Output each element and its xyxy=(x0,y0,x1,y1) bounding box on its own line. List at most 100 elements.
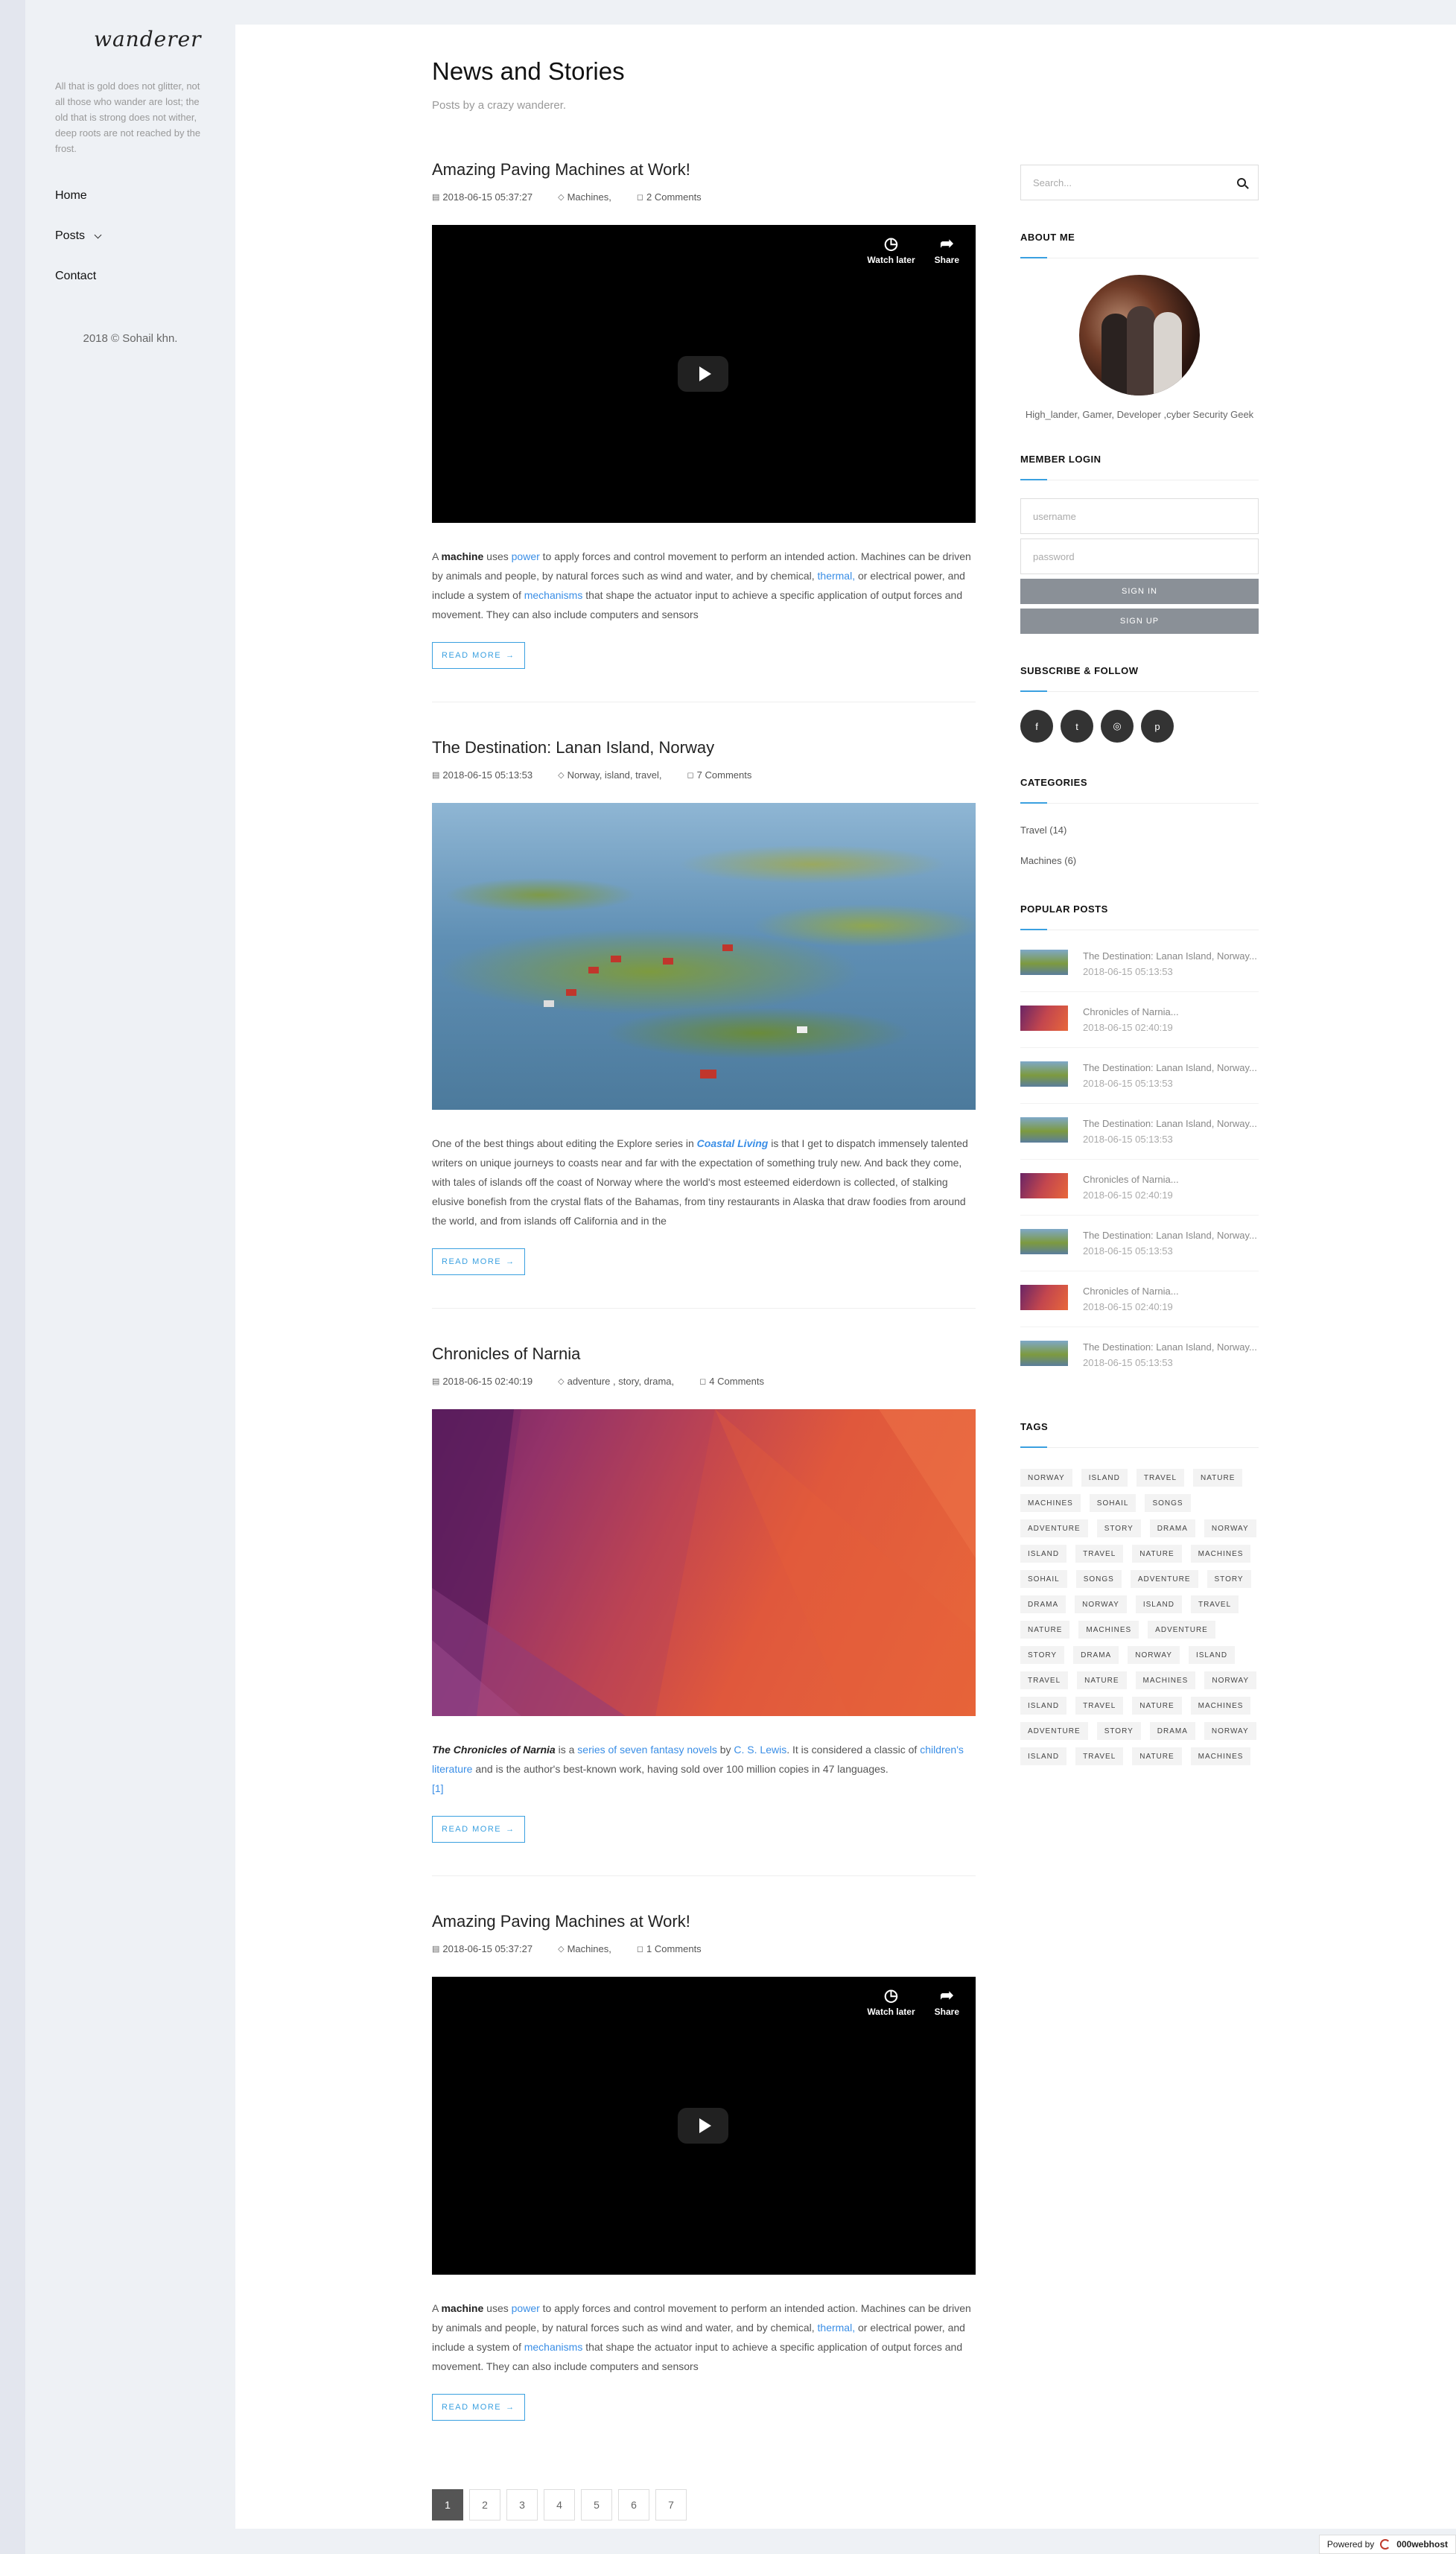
page-button-7[interactable]: 7 xyxy=(655,2489,687,2520)
tag-chip[interactable]: ISLAND xyxy=(1020,1545,1067,1563)
tag-chip[interactable]: MACHINES xyxy=(1190,1747,1251,1765)
tag-chip[interactable]: SONGS xyxy=(1145,1494,1191,1512)
tag-chip[interactable]: TRAVEL xyxy=(1020,1671,1069,1689)
pinterest-icon[interactable]: p xyxy=(1141,710,1174,743)
video-embed[interactable]: ◷ Watch later ➦ Share xyxy=(432,225,976,523)
tag-chip[interactable]: MACHINES xyxy=(1020,1494,1081,1512)
password-field[interactable]: password xyxy=(1020,539,1259,574)
link[interactable]: C. S. Lewis xyxy=(734,1744,786,1756)
tag-chip[interactable]: NATURE xyxy=(1132,1697,1182,1715)
nav-item-home[interactable]: Home xyxy=(55,189,206,203)
page-button-6[interactable]: 6 xyxy=(618,2489,649,2520)
post-title[interactable]: Amazing Paving Machines at Work! xyxy=(432,1912,976,1931)
post-title[interactable]: Amazing Paving Machines at Work! xyxy=(432,160,976,180)
popular-post-item[interactable]: The Destination: Lanan Island, Norway...… xyxy=(1020,936,1259,992)
hosting-badge[interactable]: Powered by 000webhost xyxy=(1318,2535,1456,2554)
link[interactable]: series of seven fantasy novels xyxy=(577,1744,717,1756)
share-button[interactable]: ➦ Share xyxy=(935,1987,959,2018)
watch-later-button[interactable]: ◷ Watch later xyxy=(867,1987,915,2018)
tag-chip[interactable]: NORWAY xyxy=(1075,1595,1127,1613)
tag-chip[interactable]: DRAMA xyxy=(1149,1722,1195,1740)
tag-chip[interactable]: ISLAND xyxy=(1020,1697,1067,1715)
share-button[interactable]: ➦ Share xyxy=(935,235,959,266)
tag-chip[interactable]: MACHINES xyxy=(1078,1621,1139,1639)
play-button[interactable] xyxy=(678,356,728,392)
post-tags[interactable]: ◇ Machines, xyxy=(558,1943,611,1954)
link[interactable]: mechanisms xyxy=(524,589,583,601)
post-tags[interactable]: ◇ adventure , story, drama, xyxy=(558,1376,674,1387)
facebook-icon[interactable]: f xyxy=(1020,710,1053,743)
link[interactable]: thermal, xyxy=(818,570,856,582)
post-tags[interactable]: ◇ Machines, xyxy=(558,191,611,203)
popular-post-item[interactable]: The Destination: Lanan Island, Norway...… xyxy=(1020,1216,1259,1271)
tag-chip[interactable]: STORY xyxy=(1096,1519,1141,1537)
tag-chip[interactable]: MACHINES xyxy=(1135,1671,1196,1689)
post-comments[interactable]: ◻ 2 Comments xyxy=(637,191,702,203)
tag-chip[interactable]: ADVENTURE xyxy=(1020,1722,1088,1740)
tag-chip[interactable]: DRAMA xyxy=(1149,1519,1195,1537)
page-button-2[interactable]: 2 xyxy=(469,2489,500,2520)
tag-chip[interactable]: TRAVEL xyxy=(1075,1697,1124,1715)
tag-chip[interactable]: NATURE xyxy=(1132,1747,1182,1765)
post-tags[interactable]: ◇ Norway, island, travel, xyxy=(558,769,661,781)
page-button-1[interactable]: 1 xyxy=(432,2489,463,2520)
tag-chip[interactable]: STORY xyxy=(1020,1646,1065,1664)
link[interactable]: [1] xyxy=(432,1782,444,1794)
category-link[interactable]: Machines (6) xyxy=(1020,855,1259,866)
tag-chip[interactable]: NORWAY xyxy=(1204,1671,1257,1689)
nav-item-contact[interactable]: Contact xyxy=(55,270,206,283)
page-button-4[interactable]: 4 xyxy=(544,2489,575,2520)
popular-post-item[interactable]: The Destination: Lanan Island, Norway...… xyxy=(1020,1104,1259,1160)
popular-post-item[interactable]: Chronicles of Narnia... 2018-06-15 02:40:… xyxy=(1020,1160,1259,1216)
post-title[interactable]: The Destination: Lanan Island, Norway xyxy=(432,738,976,757)
category-link[interactable]: Travel (14) xyxy=(1020,825,1259,836)
read-more-button[interactable]: READ MORE → xyxy=(432,2394,525,2421)
tag-chip[interactable]: NORWAY xyxy=(1204,1519,1256,1537)
link[interactable]: power xyxy=(512,2302,540,2314)
video-embed[interactable]: ◷ Watch later ➦ Share xyxy=(432,1977,976,2275)
read-more-button[interactable]: READ MORE → xyxy=(432,642,525,669)
popular-post-item[interactable]: Chronicles of Narnia... 2018-06-15 02:40:… xyxy=(1020,1271,1259,1327)
tag-chip[interactable]: SOHAIL xyxy=(1089,1494,1136,1512)
instagram-icon[interactable]: ◎ xyxy=(1101,710,1134,743)
post-title[interactable]: Chronicles of Narnia xyxy=(432,1344,976,1364)
tag-chip[interactable]: TRAVEL xyxy=(1190,1595,1239,1613)
post-comments[interactable]: ◻ 4 Comments xyxy=(699,1376,764,1387)
twitter-icon[interactable]: t xyxy=(1061,710,1093,743)
link[interactable]: mechanisms xyxy=(524,2341,583,2353)
sign-up-button[interactable]: SIGN UP xyxy=(1020,609,1259,634)
tag-chip[interactable]: STORY xyxy=(1207,1570,1251,1588)
tag-chip[interactable]: NATURE xyxy=(1132,1545,1182,1563)
sign-in-button[interactable]: SIGN IN xyxy=(1020,579,1259,604)
tag-chip[interactable]: SONGS xyxy=(1075,1570,1122,1588)
tag-chip[interactable]: SOHAIL xyxy=(1020,1570,1067,1588)
tag-chip[interactable]: TRAVEL xyxy=(1075,1747,1124,1765)
link[interactable]: power xyxy=(512,550,540,562)
username-field[interactable]: username xyxy=(1020,498,1259,534)
post-comments[interactable]: ◻ 7 Comments xyxy=(687,769,752,781)
tag-chip[interactable]: NORWAY xyxy=(1204,1722,1256,1740)
play-button[interactable] xyxy=(678,2108,728,2144)
tag-chip[interactable]: MACHINES xyxy=(1190,1545,1251,1563)
link[interactable]: thermal, xyxy=(818,2322,856,2334)
search-icon[interactable] xyxy=(1237,178,1246,187)
tag-chip[interactable]: ISLAND xyxy=(1081,1469,1128,1487)
link[interactable]: Coastal Living xyxy=(697,1137,769,1149)
island-photo[interactable] xyxy=(432,803,976,1110)
tag-chip[interactable]: ISLAND xyxy=(1020,1747,1067,1765)
tag-chip[interactable]: STORY xyxy=(1096,1722,1141,1740)
popular-post-item[interactable]: The Destination: Lanan Island, Norway...… xyxy=(1020,1327,1259,1382)
page-button-3[interactable]: 3 xyxy=(506,2489,538,2520)
popular-post-item[interactable]: Chronicles of Narnia... 2018-06-15 02:40:… xyxy=(1020,992,1259,1048)
tag-chip[interactable]: NATURE xyxy=(1077,1671,1127,1689)
read-more-button[interactable]: READ MORE → xyxy=(432,1816,525,1843)
read-more-button[interactable]: READ MORE → xyxy=(432,1248,525,1275)
tag-chip[interactable]: NORWAY xyxy=(1020,1469,1072,1487)
tag-chip[interactable]: ISLAND xyxy=(1135,1595,1182,1613)
tag-chip[interactable]: ADVENTURE xyxy=(1020,1519,1088,1537)
tag-chip[interactable]: DRAMA xyxy=(1073,1646,1119,1664)
tag-chip[interactable]: TRAVEL xyxy=(1136,1469,1185,1487)
tag-chip[interactable]: ISLAND xyxy=(1188,1646,1236,1664)
post-comments[interactable]: ◻ 1 Comments xyxy=(637,1943,702,1954)
popular-post-item[interactable]: The Destination: Lanan Island, Norway...… xyxy=(1020,1048,1259,1104)
